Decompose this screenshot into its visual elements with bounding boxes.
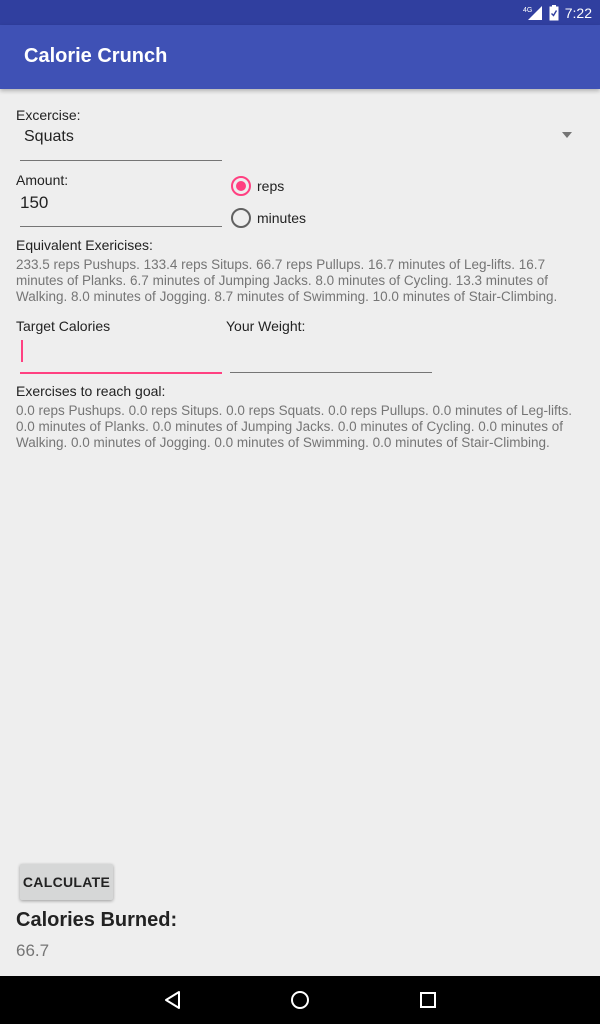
- battery-icon: [549, 4, 559, 21]
- radio-checked-icon: [231, 176, 251, 196]
- calculate-button[interactable]: CALCULATE: [20, 864, 113, 900]
- equivalent-text: 233.5 reps Pushups. 133.4 reps Situps. 6…: [16, 257, 558, 304]
- unit-radio-minutes-label: minutes: [257, 210, 307, 226]
- dropdown-arrow-icon: [562, 132, 572, 138]
- goal-text: 0.0 reps Pushups. 0.0 reps Situps. 0.0 r…: [16, 403, 573, 450]
- target-calories-input-underline: [20, 372, 222, 374]
- status-bar: 4G 7:22: [0, 0, 600, 25]
- back-icon[interactable]: [160, 988, 184, 1012]
- clock: 7:22: [564, 4, 592, 21]
- weight-input-underline: [230, 372, 432, 373]
- signal-icon: 4G: [523, 5, 543, 21]
- text-cursor: [21, 340, 23, 362]
- calories-burned-label: Calories Burned:: [16, 909, 178, 931]
- app-title: Calorie Crunch: [24, 45, 168, 67]
- radio-unchecked-icon: [231, 208, 251, 228]
- calories-burned-value: 66.7: [16, 941, 50, 960]
- network-type-label: 4G: [523, 7, 532, 14]
- navigation-bar: [0, 976, 600, 1024]
- equivalent-label: Equivalent Exericises:: [16, 237, 153, 253]
- unit-radio-minutes[interactable]: minutes: [231, 208, 306, 228]
- amount-input[interactable]: 150: [20, 187, 222, 227]
- target-calories-input[interactable]: [20, 334, 222, 374]
- recents-icon[interactable]: [416, 988, 440, 1012]
- unit-radio-reps-label: reps: [257, 178, 285, 194]
- app-bar: Calorie Crunch: [0, 25, 600, 89]
- exercise-spinner-underline: [20, 160, 222, 161]
- home-icon[interactable]: [288, 988, 312, 1012]
- weight-input[interactable]: [230, 333, 432, 373]
- amount-input-underline: [20, 226, 222, 227]
- target-calories-label: Target Calories: [16, 318, 111, 334]
- amount-label: Amount:: [16, 172, 69, 188]
- goal-label: Exercises to reach goal:: [16, 383, 166, 399]
- amount-input-value: 150: [20, 193, 49, 212]
- unit-radio-reps[interactable]: reps: [231, 176, 284, 196]
- exercise-spinner-value: Squats: [24, 128, 74, 145]
- exercise-spinner[interactable]: Squats: [16, 120, 584, 160]
- weight-label: Your Weight:: [226, 318, 306, 334]
